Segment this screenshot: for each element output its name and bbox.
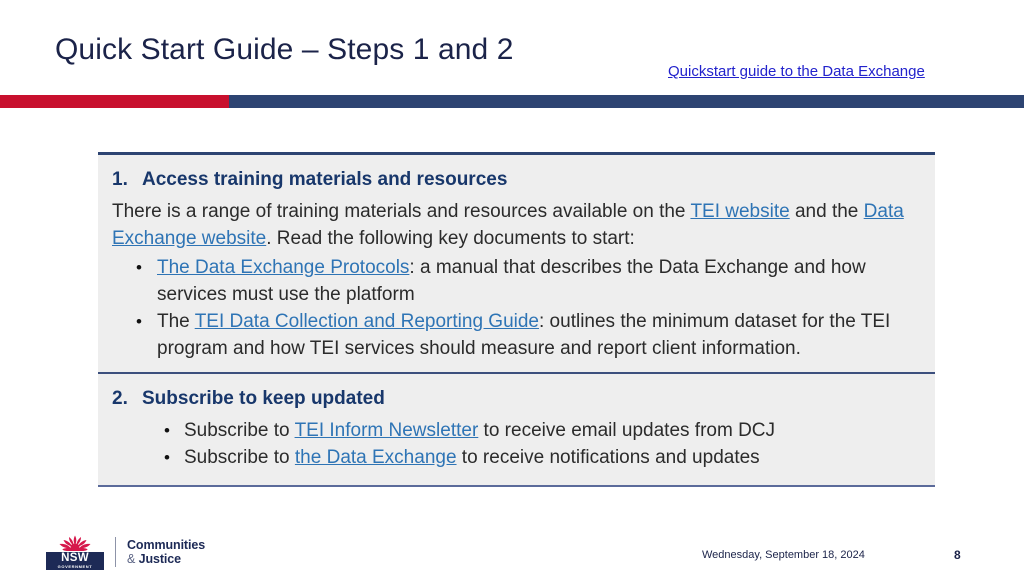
bullet-dot-icon: • (164, 448, 170, 467)
waratah-flower-icon (59, 535, 91, 551)
the-data-exchange-link[interactable]: the Data Exchange (295, 447, 457, 468)
ampersand: & (127, 552, 136, 566)
data-exchange-protocols-link[interactable]: The Data Exchange Protocols (157, 257, 409, 278)
section-2-bullet-list: • Subscribe to TEI Inform Newsletter to r… (112, 417, 921, 471)
section-1-bullet-list: • The Data Exchange Protocols: a manual t… (112, 254, 921, 362)
nsw-wordmark-block: NSW GOVERNMENT (46, 552, 104, 570)
list-item: • Subscribe to the Data Exchange to recei… (112, 444, 921, 471)
bullet-3-text: to receive email updates from DCJ (478, 420, 776, 441)
content-panel: 1. Access training materials and resourc… (98, 152, 935, 487)
tei-website-link[interactable]: TEI website (690, 201, 789, 222)
page-title: Quick Start Guide – Steps 1 and 2 (55, 33, 514, 66)
tei-data-collection-reporting-guide-link[interactable]: TEI Data Collection and Reporting Guide (195, 311, 539, 332)
section-1-heading-text: Access training materials and resources (142, 169, 508, 190)
bullet-dot-icon: • (136, 312, 142, 331)
communities-justice-wordmark: Communities & Justice (127, 538, 205, 566)
list-item: • The Data Exchange Protocols: a manual t… (112, 254, 921, 308)
page-number: 8 (954, 548, 961, 562)
section-1-body-part2: and the (789, 201, 864, 222)
wordmark-line-1: Communities (127, 538, 206, 552)
section-1-heading: 1. Access training materials and resourc… (112, 167, 921, 193)
logo-divider (115, 537, 116, 567)
section-1-body-part3: . Read the following key documents to st… (266, 228, 635, 249)
bullet-2-prefix: The (157, 311, 195, 332)
bullet-4-text: to receive notifications and updates (456, 447, 760, 468)
accent-bar-red (0, 95, 229, 108)
section-2-number: 2. (112, 388, 128, 409)
bullet-dot-icon: • (164, 421, 170, 440)
section-1-body: There is a range of training materials a… (112, 198, 921, 252)
wordmark-line-2: & Justice (127, 552, 205, 566)
bullet-3-prefix: Subscribe to (184, 420, 295, 441)
section-subscribe-to-keep-updated: 2. Subscribe to keep updated • Subscribe … (98, 372, 935, 485)
tei-inform-newsletter-link[interactable]: TEI Inform Newsletter (295, 420, 479, 441)
section-access-training-materials: 1. Access training materials and resourc… (98, 155, 935, 372)
justice-text: Justice (138, 552, 182, 566)
section-1-number: 1. (112, 169, 128, 190)
government-text: GOVERNMENT (57, 564, 93, 569)
nsw-mark: NSW GOVERNMENT (44, 534, 106, 570)
section-2-heading: 2. Subscribe to keep updated (112, 386, 921, 412)
bullet-4-prefix: Subscribe to (184, 447, 295, 468)
section-1-body-part1: There is a range of training materials a… (112, 201, 691, 222)
list-item: • Subscribe to TEI Inform Newsletter to r… (112, 417, 921, 444)
bullet-dot-icon: • (136, 258, 142, 277)
list-item: • The TEI Data Collection and Reporting G… (112, 308, 921, 362)
nsw-government-logo: NSW GOVERNMENT Communities & Justice (44, 534, 205, 570)
nsw-text: NSW (61, 552, 89, 564)
footer-date: Wednesday, September 18, 2024 (702, 549, 865, 561)
section-2-heading-text: Subscribe to keep updated (142, 388, 385, 409)
quickstart-guide-link[interactable]: Quickstart guide to the Data Exchange (668, 62, 925, 82)
